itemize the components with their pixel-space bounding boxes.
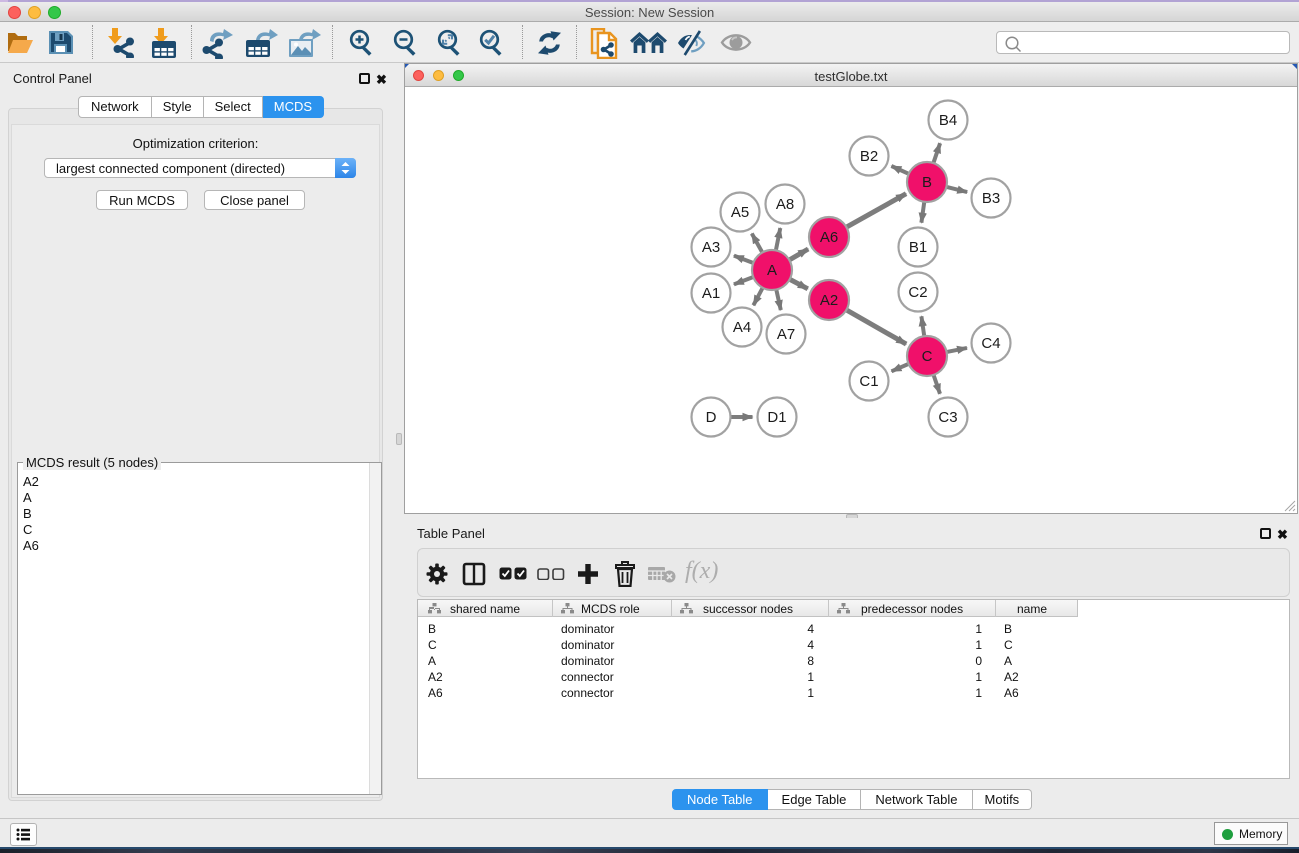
svg-text:A1: A1 [702,285,720,302]
svg-text:C1: C1 [859,373,878,390]
svg-text:D: D [706,409,717,426]
svg-text:B3: B3 [982,190,1000,207]
svg-text:A: A [767,262,777,279]
svg-text:C2: C2 [908,284,927,301]
svg-text:A8: A8 [776,196,794,213]
svg-text:C4: C4 [981,335,1000,352]
svg-text:A3: A3 [702,239,720,256]
svg-text:B4: B4 [939,112,957,129]
svg-text:C3: C3 [938,409,957,426]
svg-text:B: B [922,174,932,191]
svg-text:A4: A4 [733,319,751,336]
svg-text:D1: D1 [767,409,786,426]
svg-text:A7: A7 [777,326,795,343]
svg-text:B1: B1 [909,239,927,256]
svg-text:A5: A5 [731,204,749,221]
svg-text:B2: B2 [860,148,878,165]
svg-text:C: C [922,348,933,365]
svg-text:A6: A6 [820,229,838,246]
svg-text:A2: A2 [820,292,838,309]
